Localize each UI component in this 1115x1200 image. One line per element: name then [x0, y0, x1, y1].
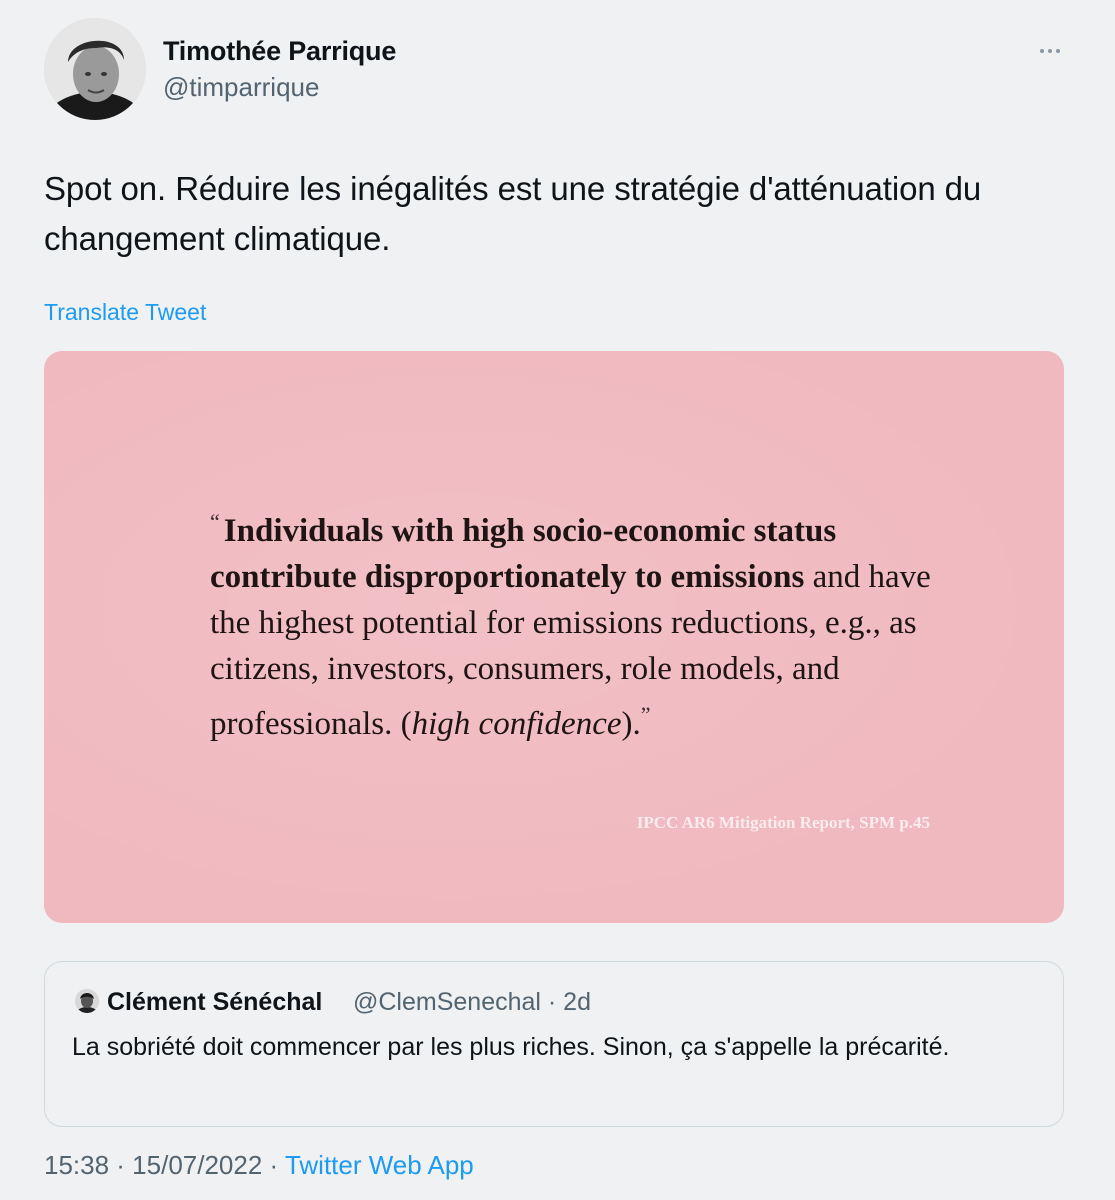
- quote-source: IPCC AR6 Mitigation Report, SPM p.45: [636, 813, 930, 832]
- translate-tweet-link[interactable]: Translate Tweet: [44, 299, 206, 326]
- tweet: Timothée Parrique @timparrique Spot on. …: [0, 0, 1115, 1200]
- time-date[interactable]: 15:38 · 15/07/2022 ·: [44, 1150, 285, 1180]
- quoted-author-handle-time: @ClemSenechal · 2d: [353, 988, 591, 1016]
- author-avatar[interactable]: [44, 18, 146, 120]
- more-options-button[interactable]: [1030, 36, 1070, 66]
- quote-bold-part: Individuals with high socio-economic sta…: [210, 513, 837, 595]
- quote-end-part: ).: [621, 706, 641, 742]
- close-quote-mark: ”: [640, 702, 651, 727]
- tweet-source-link[interactable]: Twitter Web App: [285, 1150, 474, 1180]
- author-name[interactable]: Timothée Parrique: [163, 36, 396, 67]
- quoted-tweet[interactable]: Clément Sénéchal @ClemSenechal · 2d La s…: [44, 961, 1064, 1127]
- tweet-media-image[interactable]: “Individuals with high socio-economic st…: [44, 351, 1064, 923]
- tweet-timestamp: 15:38 · 15/07/2022 · Twitter Web App: [44, 1150, 474, 1181]
- tweet-text: Spot on. Réduire les inégalités est une …: [44, 170, 982, 257]
- more-icon: [1040, 49, 1044, 53]
- quoted-author-avatar: [75, 989, 99, 1013]
- quoted-author-name: Clément Sénéchal: [107, 988, 323, 1016]
- open-quote-mark: “: [210, 509, 220, 534]
- avatar-image: [44, 18, 146, 120]
- avatar-image: [75, 989, 99, 1013]
- quoted-tweet-text: La sobriété doit commencer par les plus …: [72, 1033, 950, 1061]
- media-quote: “Individuals with high socio-economic st…: [210, 499, 950, 747]
- author-handle[interactable]: @timparrique: [163, 72, 319, 103]
- quote-italic-part: high confidence: [411, 706, 622, 742]
